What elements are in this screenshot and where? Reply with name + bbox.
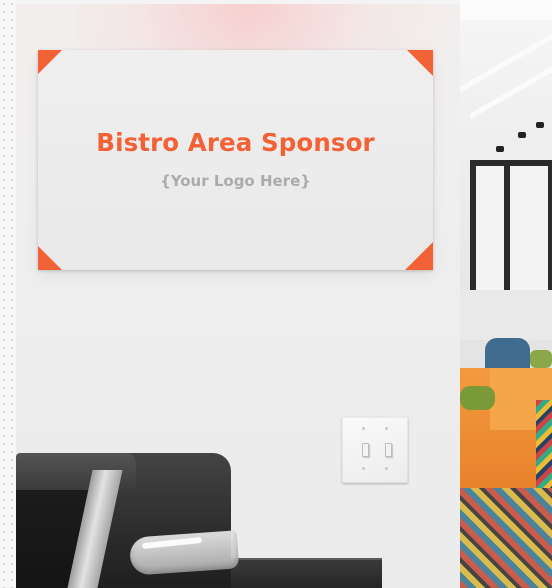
sign-subtitle: {Your Logo Here}	[160, 172, 311, 190]
sign-corner-bottom-left	[38, 246, 62, 270]
switch-screw	[385, 427, 388, 430]
ceiling-beam	[460, 33, 552, 93]
green-chair	[530, 350, 552, 368]
switch-screw	[362, 467, 365, 470]
track-light	[518, 132, 526, 138]
dotted-border	[0, 0, 16, 588]
track-light	[536, 122, 544, 128]
window-sill	[460, 290, 552, 340]
photo-scene: Bistro Area Sponsor {Your Logo Here}	[0, 0, 552, 588]
track-light	[496, 146, 504, 152]
coffee-machine-spout	[128, 530, 240, 576]
ceiling	[460, 0, 552, 20]
switch-toggle-left	[362, 443, 369, 457]
sign-corner-top-right	[407, 50, 433, 76]
green-cushion	[460, 386, 495, 410]
patterned-ottoman	[460, 488, 552, 588]
sign-corner-bottom-right	[405, 242, 433, 270]
switch-toggle-right	[385, 443, 392, 457]
switch-screw	[362, 427, 365, 430]
sign-title: Bistro Area Sponsor	[96, 128, 375, 157]
sign-corner-top-left	[38, 50, 62, 74]
light-switch	[342, 417, 408, 483]
switch-screw	[385, 467, 388, 470]
office-background	[460, 0, 552, 588]
patterned-fabric	[536, 400, 552, 500]
sponsor-sign: Bistro Area Sponsor {Your Logo Here}	[38, 50, 433, 270]
